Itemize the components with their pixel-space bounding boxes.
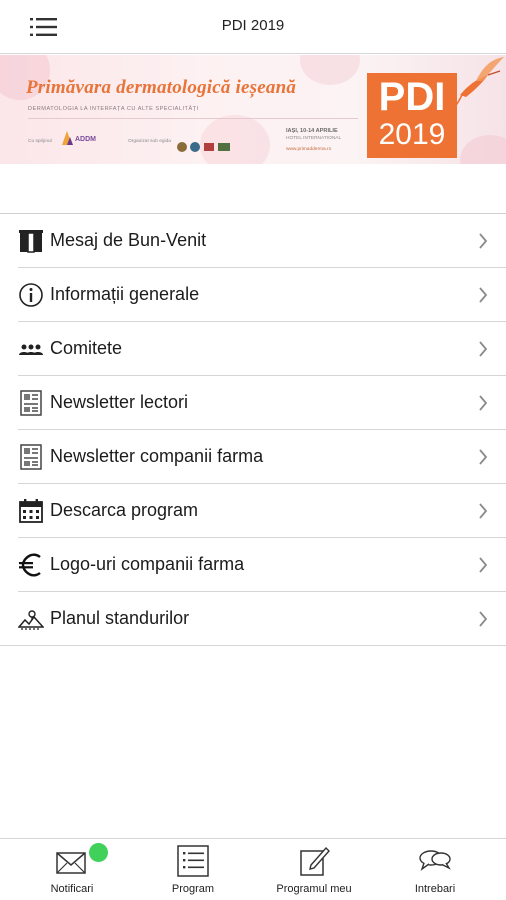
menu-item-download-program[interactable]: Descarca program: [0, 484, 506, 538]
tab-label: Program: [171, 883, 215, 895]
newsletter-icon: [20, 390, 42, 416]
pdi-logo-year: 2019: [378, 118, 446, 151]
calendar-icon: [19, 499, 43, 523]
newsletter-icon: [20, 444, 42, 470]
menu-item-label: Descarca program: [50, 500, 199, 520]
banner-title: Primăvara dermatologică ieșeană: [26, 77, 297, 98]
menu-item-committees[interactable]: Comitete: [0, 322, 506, 376]
banner-subtitle: DERMATOLOGIA LA INTERFAȚA CU ALTE SPECIA…: [28, 106, 199, 112]
menu-item-newsletter-pharma[interactable]: Newsletter companii farma: [0, 430, 506, 484]
main-menu-list: Mesaj de Bun-Venit Informații generale C…: [0, 213, 506, 646]
addm-logo-text: ADDM: [75, 136, 96, 143]
partner-logos: [177, 142, 230, 152]
chevron-right-icon: [479, 449, 488, 465]
people-group-icon: [19, 344, 43, 355]
menu-item-label: Comitete: [50, 338, 123, 358]
app-header: PDI 2019: [0, 0, 506, 54]
menu-item-label: Logo-uri companii farma: [50, 554, 245, 574]
hummingbird-icon: [449, 57, 504, 114]
bottom-tab-bar: Notificari Program Programul meu Intreba…: [0, 838, 506, 900]
menu-item-general-info[interactable]: Informații generale: [0, 268, 506, 322]
menu-item-label: Newsletter companii farma: [50, 446, 264, 466]
partner-label: Organizat sub egida: [128, 139, 171, 144]
envelope-icon: [56, 852, 86, 874]
chevron-right-icon: [479, 233, 488, 249]
event-venue: HOTEL INTERNATIONAL: [286, 136, 342, 141]
menu-item-label: Planul standurilor: [50, 608, 190, 628]
tab-program[interactable]: Program: [130, 839, 256, 900]
tab-label: Intrebari: [414, 883, 456, 895]
event-banner[interactable]: Primăvara dermatologică ieșeană DERMATOL…: [0, 55, 506, 164]
event-url: www.primadderma.ro: [286, 147, 332, 152]
list-icon: [177, 845, 209, 877]
notification-badge: [89, 843, 108, 862]
info-icon: [19, 283, 43, 307]
menu-item-pharma-logos[interactable]: Logo-uri companii farma: [0, 538, 506, 592]
tab-my-program[interactable]: Programul meu: [251, 839, 377, 900]
blossom-decoration: [460, 135, 506, 164]
tab-questions[interactable]: Intrebari: [372, 839, 498, 900]
menu-item-newsletter-lecturers[interactable]: Newsletter lectori: [0, 376, 506, 430]
chevron-right-icon: [479, 341, 488, 357]
list-divider: [0, 645, 506, 646]
banner-divider: [28, 118, 358, 119]
menu-item-label: Newsletter lectori: [50, 392, 189, 412]
chevron-right-icon: [479, 503, 488, 519]
chevron-right-icon: [479, 287, 488, 303]
chevron-right-icon: [479, 557, 488, 573]
organiser-label: Cu sprijinul: [28, 139, 52, 144]
blossom-decoration: [300, 55, 360, 85]
chat-bubbles-icon: [419, 850, 451, 871]
tab-label: Programul meu: [276, 883, 352, 895]
menu-item-label: Informații generale: [50, 284, 200, 304]
chevron-right-icon: [479, 395, 488, 411]
tab-label: Notificari: [50, 883, 94, 895]
tab-notifications[interactable]: Notificari: [9, 839, 135, 900]
euro-icon: [19, 553, 41, 577]
addm-logo: ADDM: [62, 131, 96, 145]
chevron-right-icon: [479, 611, 488, 627]
menu-item-label: Mesaj de Bun-Venit: [50, 230, 207, 250]
event-date: IAȘI, 10-14 APRILIE: [286, 128, 338, 134]
menu-item-welcome[interactable]: Mesaj de Bun-Venit: [0, 214, 506, 268]
doors-icon: [19, 230, 43, 253]
menu-item-stand-plan[interactable]: Planul standurilor: [0, 592, 506, 646]
edit-note-icon: [300, 846, 330, 876]
map-icon: [18, 610, 44, 630]
page-title: PDI 2019: [221, 17, 285, 34]
